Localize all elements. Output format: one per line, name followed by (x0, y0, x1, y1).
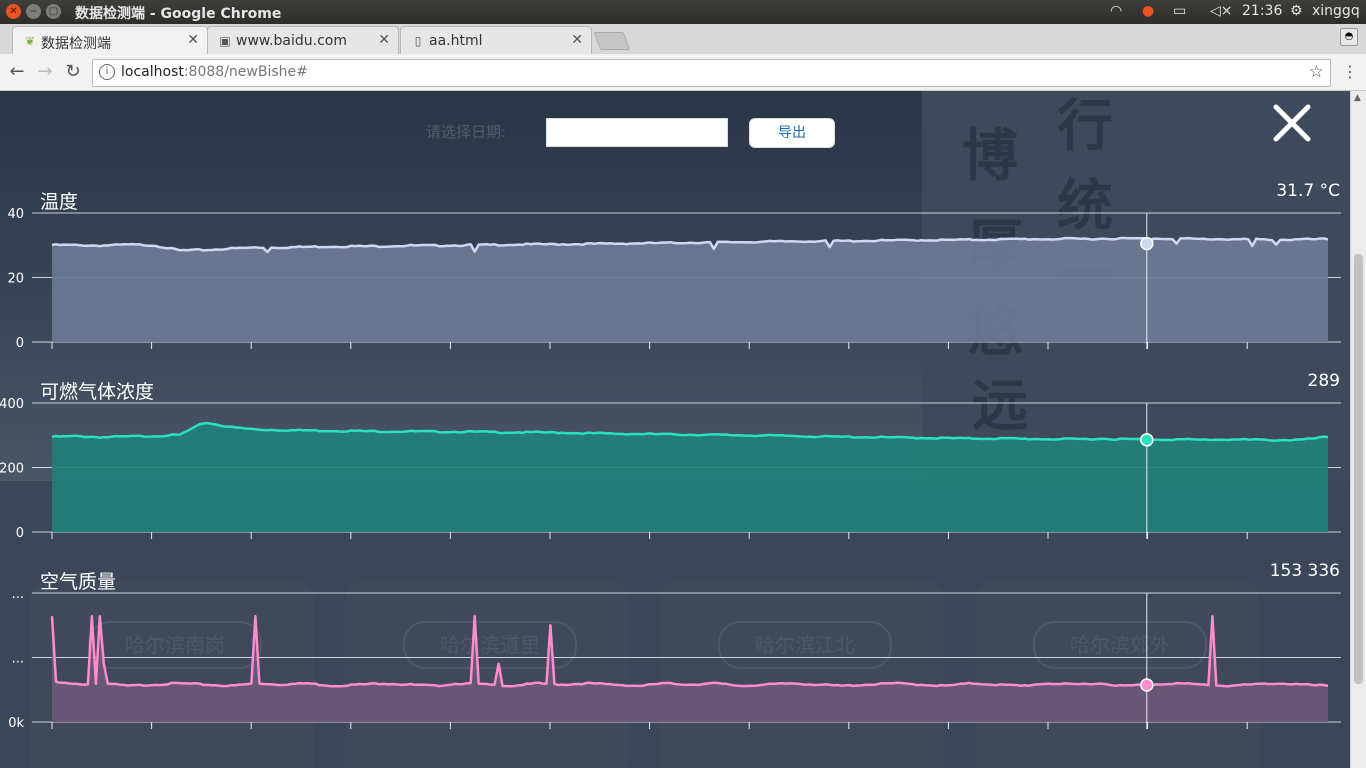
temperature-chart: 温度 31.7 °C 40 20 0 (0, 181, 1350, 373)
hover-point (1140, 433, 1154, 447)
y-tick-label: 20 (7, 272, 24, 287)
calligraphy-char: 博 (962, 123, 1018, 189)
tab-data-monitor[interactable]: ❦ 数据检测端 ✕ (12, 26, 208, 55)
tab-label: 数据检测端 (41, 36, 111, 52)
paw-icon: ▣ (219, 34, 231, 48)
input-method-icon[interactable]: ● (1142, 3, 1154, 19)
menu-icon[interactable]: ⋮ (1342, 62, 1358, 81)
window-title: 数据检测端 - Google Chrome (75, 6, 282, 22)
profile-icon[interactable]: ◓ (1340, 28, 1358, 46)
tab-label: aa.html (429, 33, 483, 49)
window-minimize-button[interactable]: − (26, 4, 41, 19)
y-tick-label: 200 (0, 462, 24, 477)
temperature-plot[interactable]: 40 20 0 (0, 183, 1350, 373)
export-button[interactable]: 导出 (749, 118, 835, 148)
battery-icon[interactable]: ▭ (1173, 3, 1186, 19)
scroll-up-icon[interactable]: ▲ (1354, 93, 1361, 103)
air-quality-chart: 空气质量 153 336 ...... 0k (0, 561, 1350, 753)
vertical-scrollbar[interactable]: ▲ (1350, 91, 1366, 768)
page-content: 行 统 一 博 厚 悠 远 哈尔滨南岗 哈尔滨道里 哈尔滨江北 哈尔滨郊外 请选… (0, 91, 1350, 768)
forward-icon[interactable]: → (34, 61, 56, 83)
tab-strip: ❦ 数据检测端 ✕ ▣ www.baidu.com ✕ ▯ aa.html ✕ … (0, 24, 1366, 55)
close-icon[interactable]: ✕ (187, 32, 199, 48)
window-titlebar: ✕ − ▢ 数据检测端 - Google Chrome ◠ ● ▭ ◁× 21:… (0, 0, 1366, 24)
address-bar[interactable]: i localhost:8088/newBishe# ☆ (92, 59, 1331, 87)
gas-concentration-plot[interactable]: 400 200 0 (0, 373, 1350, 563)
y-tick-label: ... (12, 587, 24, 602)
username[interactable]: xinggq (1312, 3, 1360, 19)
y-tick-label: 0 (16, 336, 24, 351)
tab-baidu[interactable]: ▣ www.baidu.com ✕ (207, 26, 399, 55)
reload-icon[interactable]: ↻ (62, 61, 84, 83)
date-input[interactable] (546, 118, 728, 147)
leaf-icon: ❦ (24, 34, 36, 48)
date-label: 请选择日期: (426, 123, 507, 141)
gas-concentration-chart: 可燃气体浓度 289 400 200 0 (0, 371, 1350, 563)
clock[interactable]: 21:36 (1242, 3, 1282, 19)
url-text[interactable]: localhost:8088/newBishe# (121, 64, 308, 80)
y-tick-label: 0k (8, 716, 24, 731)
calligraphy-char: 行 (1057, 93, 1113, 159)
series-line (50, 614, 1329, 688)
series-area (52, 238, 1328, 342)
close-icon[interactable]: ✕ (378, 32, 390, 48)
browser-toolbar: ← → ↻ i localhost:8088/newBishe# ☆ ⋮ (0, 54, 1366, 91)
hover-point (1140, 236, 1154, 251)
wifi-icon[interactable]: ◠ (1110, 3, 1122, 19)
bookmark-star-icon[interactable]: ☆ (1309, 62, 1324, 82)
hover-point (1140, 678, 1154, 692)
info-icon[interactable]: i (99, 64, 115, 80)
tab-label: www.baidu.com (236, 33, 347, 49)
close-icon[interactable]: ✕ (571, 32, 583, 48)
window-maximize-button[interactable]: ▢ (46, 4, 61, 19)
scrollbar-thumb[interactable] (1354, 254, 1363, 684)
window-close-button[interactable]: ✕ (6, 4, 21, 19)
series-area (52, 616, 1328, 722)
gear-icon[interactable]: ⚙ (1290, 3, 1303, 19)
y-tick-label: 400 (0, 397, 24, 412)
close-icon[interactable] (1270, 101, 1314, 145)
y-tick-label: 0 (16, 526, 24, 541)
y-tick-label: ... (12, 652, 24, 667)
y-tick-label: 40 (7, 207, 24, 222)
back-icon[interactable]: ← (6, 61, 28, 83)
tab-aa-html[interactable]: ▯ aa.html ✕ (400, 26, 592, 55)
page-icon: ▯ (414, 34, 422, 48)
air-quality-plot[interactable]: ...... 0k (0, 563, 1350, 753)
volume-muted-icon[interactable]: ◁× (1210, 3, 1233, 19)
new-tab-button[interactable] (593, 32, 631, 50)
